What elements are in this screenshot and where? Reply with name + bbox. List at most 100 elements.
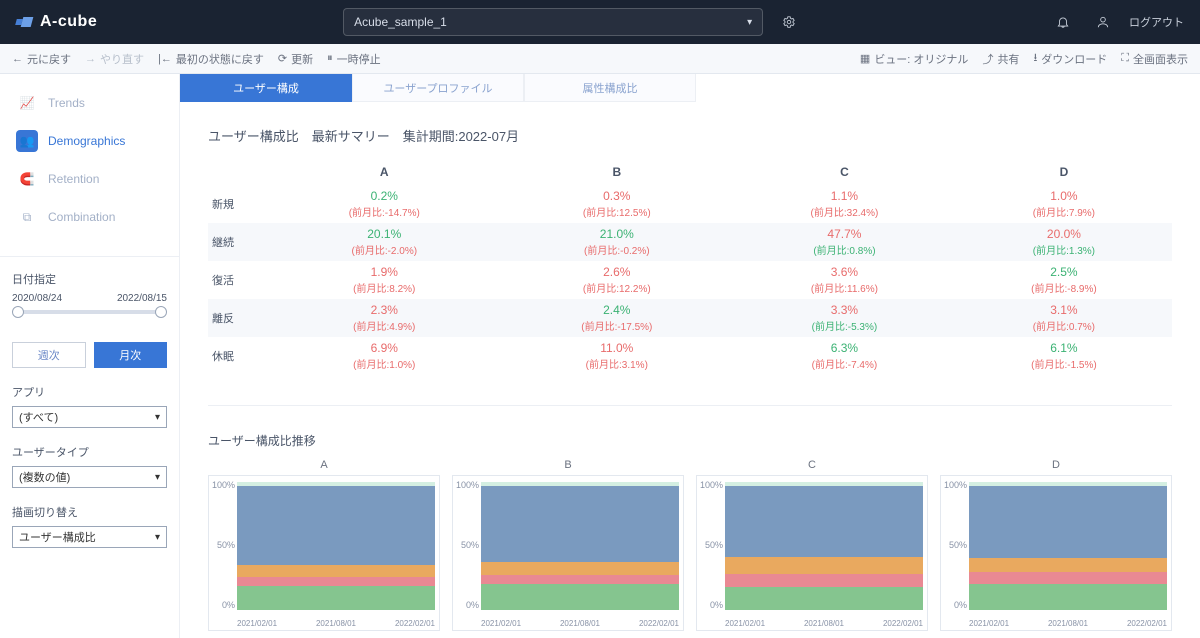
granularity-monthly[interactable]: 月次 (94, 342, 168, 368)
summary-cell: 1.0%(前月比:7.9%) (956, 185, 1172, 223)
summary-col-header: C (733, 159, 956, 185)
date-start: 2020/08/24 (12, 293, 62, 304)
chart-title: B (452, 459, 684, 471)
gear-icon[interactable] (775, 8, 803, 36)
tab-user-profile[interactable]: ユーザープロファイル (352, 74, 524, 102)
summary-cell: 2.5%(前月比:-8.9%) (956, 261, 1172, 299)
reset-button[interactable]: |← 最初の状態に戻す (158, 51, 264, 67)
user-type-label: ユーザータイプ (12, 444, 167, 460)
app-header: A-cube Acube_sample_1 ▾ ログアウト (0, 0, 1200, 44)
tab-bar: ユーザー構成 ユーザープロファイル 属性構成比 (180, 74, 1200, 102)
chart-plot[interactable]: 100%50%0% 2021/02/012021/08/012022/02/01 (452, 475, 684, 631)
summary-cell: 21.0%(前月比:-0.2%) (501, 223, 734, 261)
view-mode-button[interactable]: ▦ ビュー: オリジナル (860, 51, 969, 67)
sidebar-item-demographics[interactable]: 👥 Demographics (6, 122, 173, 160)
date-range-label: 日付指定 (12, 271, 167, 287)
retention-icon: 🧲 (16, 168, 38, 190)
granularity-weekly[interactable]: 週次 (12, 342, 86, 368)
chart-switch-label: 描画切り替え (12, 504, 167, 520)
project-select[interactable]: Acube_sample_1 ▾ (343, 8, 763, 36)
summary-cell: 1.9%(前月比:8.2%) (268, 261, 501, 299)
chart-plot[interactable]: 100%50%0% 2021/02/012021/08/012022/02/01 (940, 475, 1172, 631)
y-axis: 100%50%0% (455, 480, 479, 610)
chart-plot[interactable]: 100%50%0% 2021/02/012021/08/012022/02/01 (208, 475, 440, 631)
chart-plot[interactable]: 100%50%0% 2021/02/012021/08/012022/02/01 (696, 475, 928, 631)
undo-button[interactable]: ← 元に戻す (12, 51, 71, 67)
summary-cell: 20.0%(前月比:1.3%) (956, 223, 1172, 261)
summary-cell: 0.2%(前月比:-14.7%) (268, 185, 501, 223)
chevron-down-icon: ▾ (155, 412, 160, 423)
slider-knob-start[interactable] (12, 306, 24, 318)
summary-cell: 2.4%(前月比:-17.5%) (501, 299, 734, 337)
app-filter-select[interactable]: (すべて)▾ (12, 406, 167, 428)
sidebar-item-combination[interactable]: ⧉ Combination (6, 198, 173, 236)
summary-cell: 3.1%(前月比:0.7%) (956, 299, 1172, 337)
summary-cell: 2.3%(前月比:4.9%) (268, 299, 501, 337)
x-axis: 2021/02/012021/08/012022/02/01 (481, 619, 679, 628)
user-type-select[interactable]: (複数の値)▾ (12, 466, 167, 488)
date-range-slider[interactable] (14, 310, 165, 314)
chevron-down-icon: ▾ (747, 17, 752, 28)
chart-card: C 100%50%0% 2021/02/012021/08/012022/02/… (696, 459, 928, 631)
x-axis: 2021/02/012021/08/012022/02/01 (237, 619, 435, 628)
refresh-button[interactable]: ⟳ 更新 (278, 51, 313, 67)
chevron-down-icon: ▾ (155, 472, 160, 483)
download-button[interactable]: ⭳ ダウンロード (1033, 49, 1107, 68)
toolbar: ← 元に戻す → やり直す |← 最初の状態に戻す ⟳ 更新 ⏸ 一時停止 ▦ … (0, 44, 1200, 74)
user-icon[interactable] (1089, 8, 1117, 36)
chart-card: B 100%50%0% 2021/02/012021/08/012022/02/… (452, 459, 684, 631)
summary-title: ユーザー構成比 最新サマリー 集計期間:2022-07月 (208, 126, 1172, 145)
trends-icon: 📈 (16, 92, 38, 114)
chart-title: C (696, 459, 928, 471)
bell-icon[interactable] (1049, 8, 1077, 36)
summary-cell: 3.3%(前月比:-5.3%) (733, 299, 956, 337)
chart-switch-select[interactable]: ユーザー構成比▾ (12, 526, 167, 548)
table-row: 離反2.3%(前月比:4.9%)2.4%(前月比:-17.5%)3.3%(前月比… (208, 299, 1172, 337)
table-row: 継続20.1%(前月比:-2.0%)21.0%(前月比:-0.2%)47.7%(… (208, 223, 1172, 261)
chart-card: D 100%50%0% 2021/02/012021/08/012022/02/… (940, 459, 1172, 631)
x-axis: 2021/02/012021/08/012022/02/01 (969, 619, 1167, 628)
summary-cell: 3.6%(前月比:11.6%) (733, 261, 956, 299)
date-end: 2022/08/15 (117, 293, 167, 304)
sidebar-item-trends[interactable]: 📈 Trends (6, 84, 173, 122)
summary-cell: 11.0%(前月比:3.1%) (501, 337, 734, 375)
logout-link[interactable]: ログアウト (1129, 14, 1184, 30)
y-axis: 100%50%0% (699, 480, 723, 610)
chevron-down-icon: ▾ (155, 532, 160, 543)
slider-knob-end[interactable] (155, 306, 167, 318)
chart-title: D (940, 459, 1172, 471)
summary-cell: 2.6%(前月比:12.2%) (501, 261, 734, 299)
main-content: ユーザー構成 ユーザープロファイル 属性構成比 ユーザー構成比 最新サマリー 集… (180, 74, 1200, 638)
table-row: 新規0.2%(前月比:-14.7%)0.3%(前月比:12.5%)1.1%(前月… (208, 185, 1172, 223)
logo-icon (16, 15, 34, 29)
combination-icon: ⧉ (16, 206, 38, 228)
sidebar-item-retention[interactable]: 🧲 Retention (6, 160, 173, 198)
row-label: 離反 (208, 299, 268, 337)
summary-cell: 6.9%(前月比:1.0%) (268, 337, 501, 375)
tab-user-composition[interactable]: ユーザー構成 (180, 74, 352, 102)
tab-attribute-composition[interactable]: 属性構成比 (524, 74, 696, 102)
row-label: 新規 (208, 185, 268, 223)
summary-col-header: D (956, 159, 1172, 185)
row-label: 継続 (208, 223, 268, 261)
row-label: 復活 (208, 261, 268, 299)
share-button[interactable]: ⤴ 共有 (982, 51, 1019, 67)
chart-card: A 100%50%0% 2021/02/012021/08/012022/02/… (208, 459, 440, 631)
app-filter-label: アプリ (12, 384, 167, 400)
chart-title: A (208, 459, 440, 471)
brand-logo: A-cube (16, 13, 97, 31)
summary-cell: 6.3%(前月比:-7.4%) (733, 337, 956, 375)
fullscreen-button[interactable]: ⛶ 全画面表示 (1121, 51, 1188, 67)
y-axis: 100%50%0% (943, 480, 967, 610)
redo-button[interactable]: → やり直す (85, 51, 144, 67)
table-row: 復活1.9%(前月比:8.2%)2.6%(前月比:12.2%)3.6%(前月比:… (208, 261, 1172, 299)
summary-col-header: A (268, 159, 501, 185)
brand-text: A-cube (40, 13, 97, 31)
summary-cell: 47.7%(前月比:0.8%) (733, 223, 956, 261)
summary-col-header: B (501, 159, 734, 185)
pause-button[interactable]: ⏸ 一時停止 (327, 51, 381, 67)
table-row: 休眠6.9%(前月比:1.0%)11.0%(前月比:3.1%)6.3%(前月比:… (208, 337, 1172, 375)
project-select-value: Acube_sample_1 (354, 15, 447, 29)
summary-cell: 1.1%(前月比:32.4%) (733, 185, 956, 223)
charts-title: ユーザー構成比推移 (208, 432, 1172, 449)
